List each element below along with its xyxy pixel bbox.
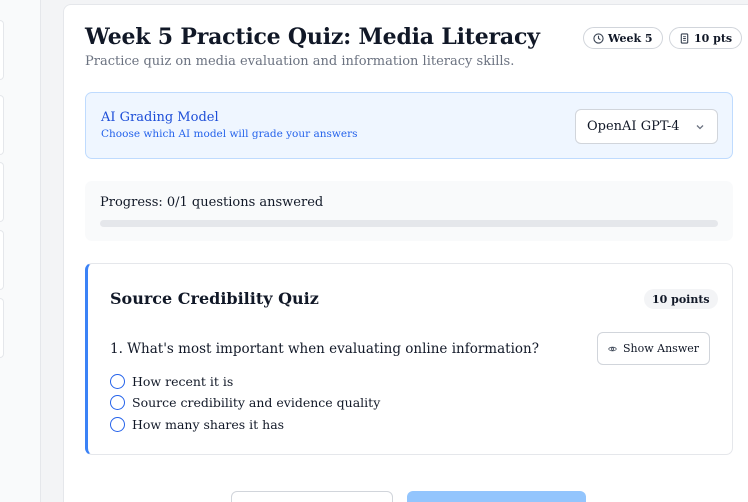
ai-grading-panel: AI Grading Model Choose which AI model w…: [85, 92, 733, 159]
ai-grading-title: AI Grading Model: [101, 110, 219, 125]
radio-button[interactable]: [110, 374, 125, 389]
question-text: 1. What's most important when evaluating…: [110, 341, 539, 357]
answer-option[interactable]: How recent it is: [110, 374, 233, 389]
show-answer-button[interactable]: Show Answer: [597, 332, 710, 365]
show-answer-label: Show Answer: [622, 342, 699, 355]
progress-bar: [100, 220, 718, 227]
section-points-badge: 10 points: [644, 289, 718, 309]
question-section-card: Source Credibility Quiz 10 points 1. Wha…: [85, 263, 733, 455]
section-title: Source Credibility Quiz: [110, 289, 319, 308]
answer-option[interactable]: Source credibility and evidence quality: [110, 395, 380, 410]
secondary-button[interactable]: [231, 491, 393, 502]
page-subtitle: Practice quiz on media evaluation and in…: [85, 54, 515, 69]
progress-panel: Progress: 0/1 questions answered: [85, 181, 733, 241]
sidebar-tab[interactable]: [0, 162, 4, 222]
answer-option[interactable]: How many shares it has: [110, 417, 284, 432]
sidebar-tab[interactable]: [0, 20, 4, 80]
points-total-label: 10 pts: [694, 31, 733, 45]
document-icon: [680, 32, 689, 44]
answer-option-label: Source credibility and evidence quality: [132, 395, 381, 410]
points-total-badge: 10 pts: [669, 27, 743, 49]
left-sidebar: [0, 0, 41, 502]
sidebar-tab[interactable]: [0, 298, 4, 358]
model-select-value: OpenAI GPT-4: [587, 119, 680, 134]
radio-button[interactable]: [110, 417, 125, 432]
answer-option-label: How many shares it has: [132, 417, 285, 432]
clock-icon: [593, 32, 604, 44]
sidebar-tab[interactable]: [0, 230, 4, 290]
page-title: Week 5 Practice Quiz: Media Literacy: [85, 24, 540, 50]
radio-button[interactable]: [110, 395, 125, 410]
primary-button[interactable]: [407, 491, 586, 502]
eye-icon: [608, 346, 617, 351]
chevron-down-icon: [696, 125, 704, 130]
week-badge-label: Week 5: [608, 31, 653, 45]
model-select[interactable]: OpenAI GPT-4: [575, 109, 718, 144]
sidebar-tab[interactable]: [0, 95, 4, 155]
week-badge: Week 5: [583, 27, 663, 49]
answer-option-label: How recent it is: [132, 374, 234, 389]
progress-label: Progress: 0/1 questions answered: [100, 195, 324, 210]
ai-grading-description: Choose which AI model will grade your an…: [101, 128, 358, 140]
